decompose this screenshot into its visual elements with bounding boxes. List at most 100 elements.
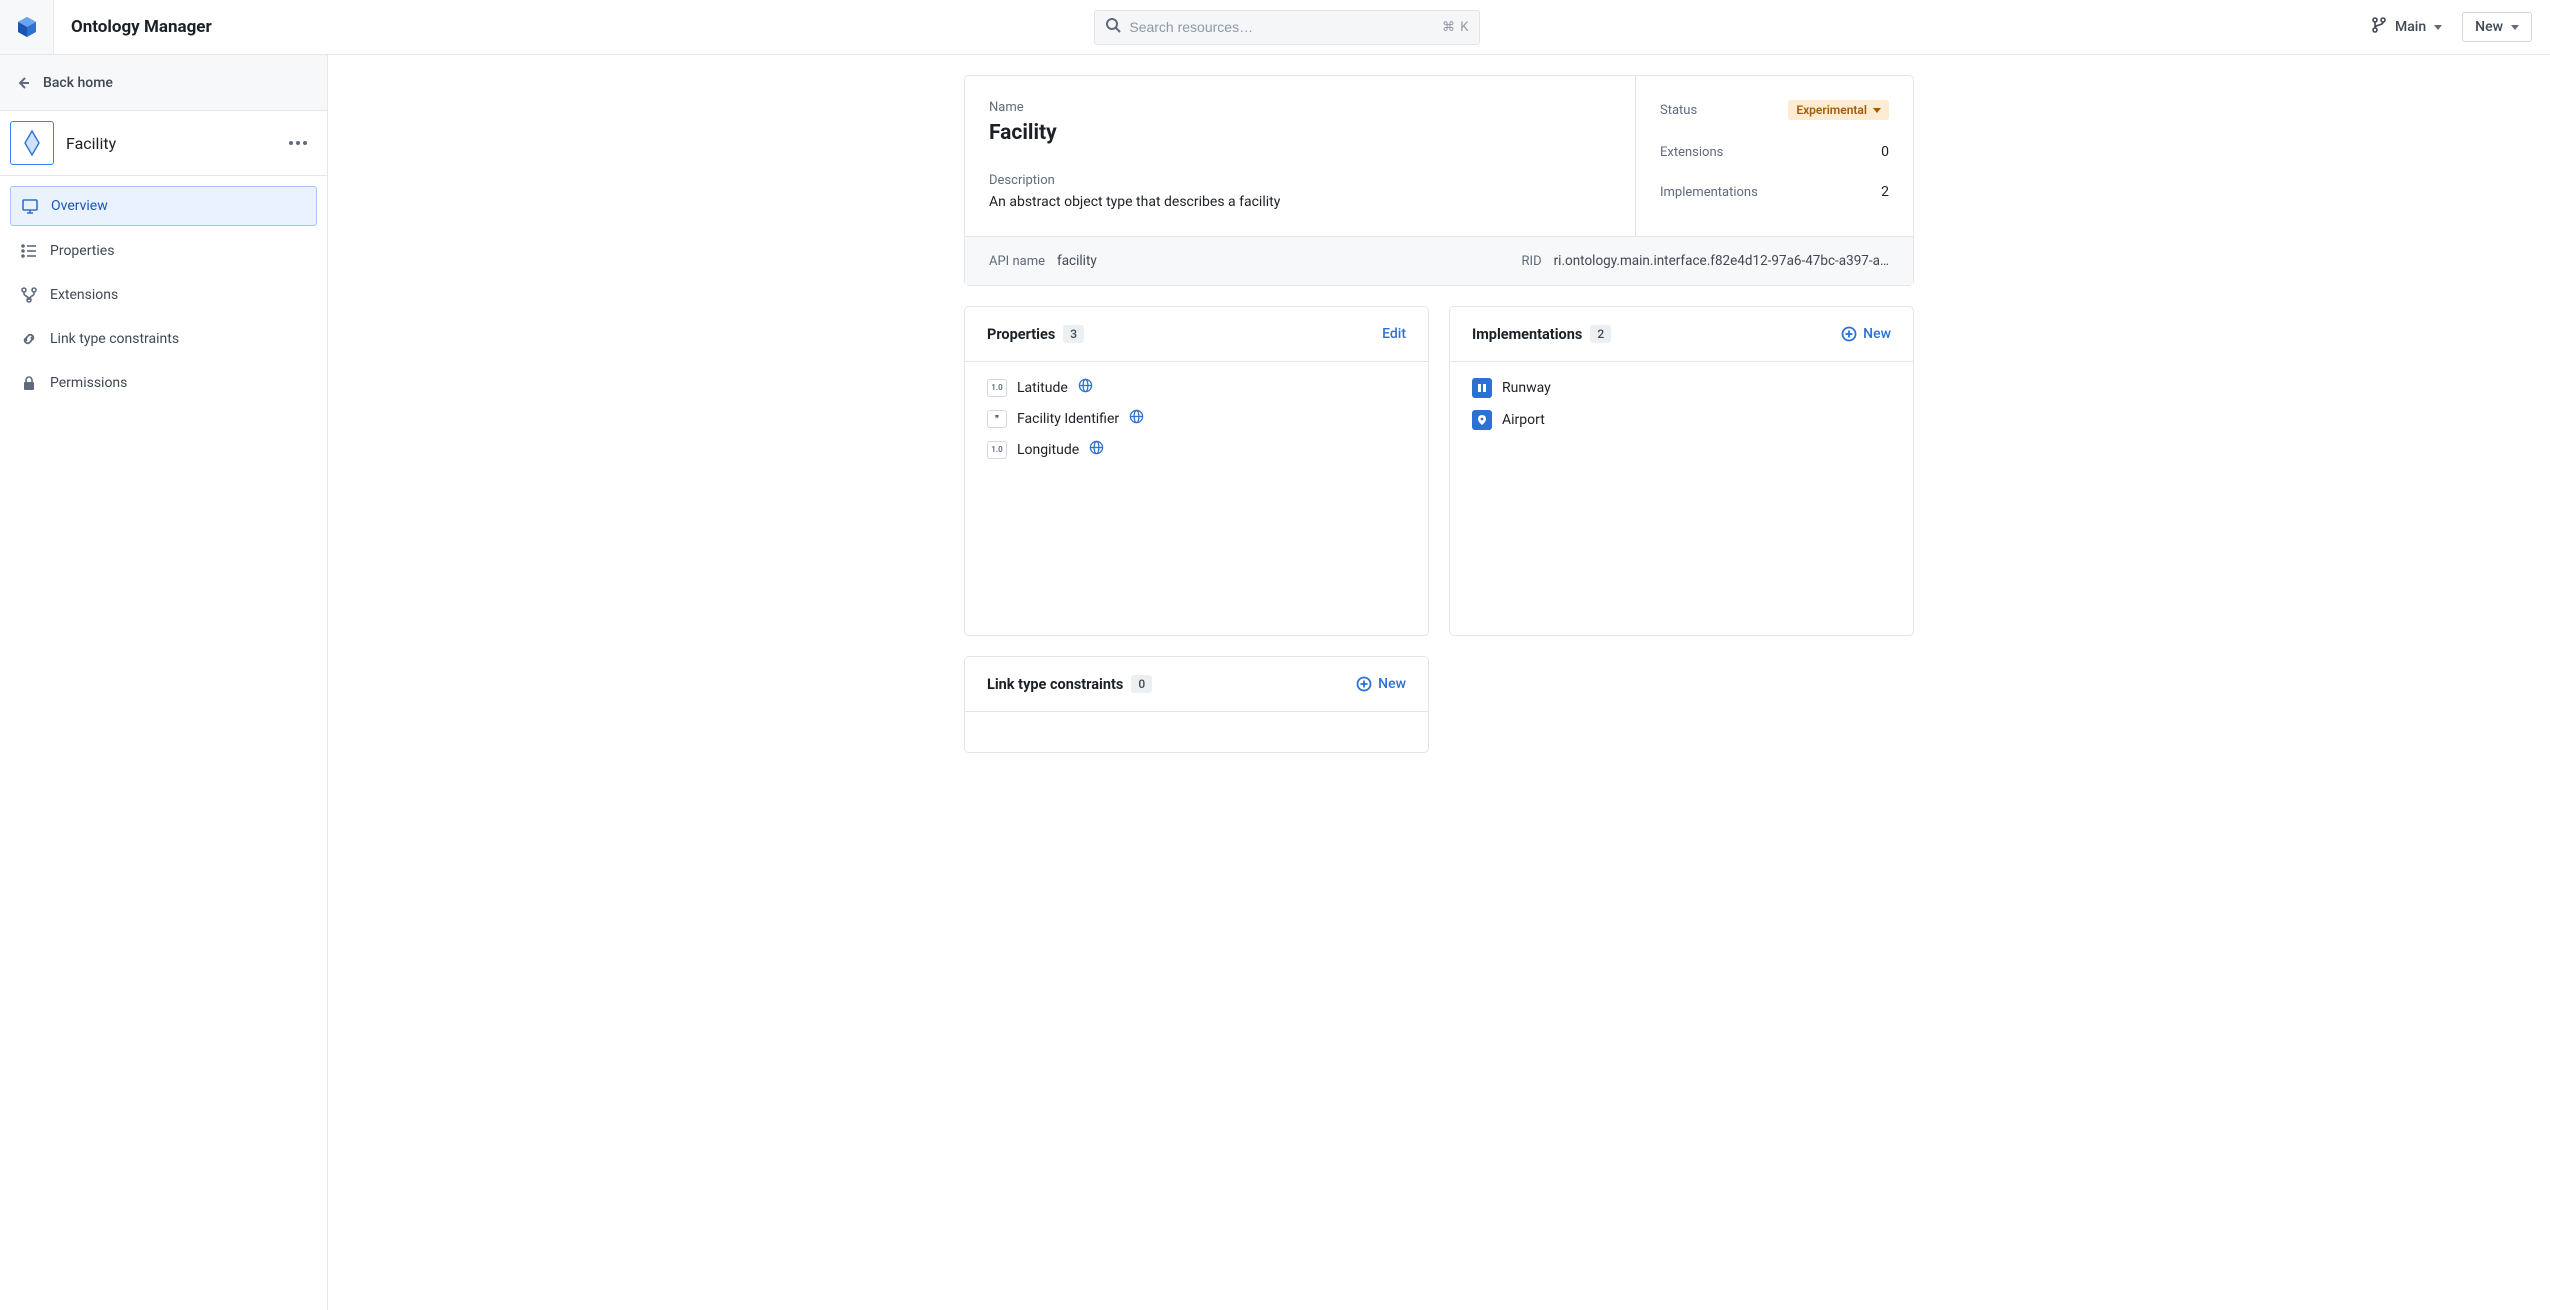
property-row[interactable]: 1.0 Latitude	[987, 378, 1406, 397]
flow-branch-icon	[20, 286, 38, 304]
cube-icon	[15, 15, 39, 39]
properties-title: Properties	[987, 326, 1055, 343]
property-row[interactable]: 1.0 Longitude	[987, 440, 1406, 459]
ltc-count: 0	[1131, 675, 1152, 693]
new-button[interactable]: New	[2462, 12, 2532, 42]
property-name: Latitude	[1017, 380, 1068, 396]
status-value: Experimental	[1796, 103, 1867, 117]
implementation-name: Airport	[1502, 412, 1545, 428]
ltc-title: Link type constraints	[987, 676, 1123, 693]
nav-permissions[interactable]: Permissions	[10, 364, 317, 402]
properties-card: Properties 3 Edit 1.0 Latitude	[964, 306, 1429, 636]
rid-label: RID	[1522, 254, 1542, 269]
status-badge[interactable]: Experimental	[1788, 100, 1889, 120]
property-row[interactable]: ❞ Facility Identifier	[987, 409, 1406, 428]
search-shortcut: ⌘ K	[1442, 20, 1469, 35]
implementation-name: Runway	[1502, 380, 1551, 396]
app-logo[interactable]	[0, 0, 54, 54]
new-button-label: New	[2475, 19, 2503, 35]
implementations-count: 2	[1881, 184, 1889, 200]
app-title: Ontology Manager	[54, 17, 212, 37]
extensions-count: 0	[1881, 144, 1889, 160]
globe-icon	[1089, 440, 1104, 459]
chevron-down-icon	[2511, 25, 2519, 30]
search-input[interactable]	[1129, 19, 1434, 35]
property-name: Longitude	[1017, 442, 1079, 458]
link-icon	[20, 330, 38, 348]
chevron-down-icon	[2434, 25, 2442, 30]
status-row: Status Experimental	[1660, 100, 1889, 120]
description-label: Description	[989, 173, 1611, 188]
api-name-label: API name	[989, 254, 1045, 269]
git-branch-icon	[2371, 17, 2387, 37]
name-block: Name Facility	[989, 100, 1611, 145]
api-name-pair: API name facility	[989, 253, 1097, 269]
search-input-wrap[interactable]: ⌘ K	[1094, 10, 1480, 45]
monitor-icon	[21, 197, 39, 215]
api-name-value: facility	[1057, 253, 1097, 269]
implementations-count-badge: 2	[1590, 325, 1611, 343]
sidebar: Back home Facility Overview	[0, 55, 328, 1310]
object-icon	[1472, 378, 1492, 398]
branch-selector[interactable]: Main	[2363, 11, 2450, 43]
ltc-new-link[interactable]: New	[1356, 676, 1406, 692]
nav-label: Overview	[51, 198, 108, 214]
implementations-label: Implementations	[1660, 185, 1758, 200]
globe-icon	[1129, 409, 1144, 428]
list-icon	[20, 242, 38, 260]
implementations-card: Implementations 2 New Ru	[1449, 306, 1914, 636]
nav-properties[interactable]: Properties	[10, 232, 317, 270]
sidebar-nav: Overview Properties Extensions	[0, 176, 327, 412]
implementations-new-link[interactable]: New	[1841, 326, 1891, 342]
implementation-row[interactable]: Airport	[1472, 410, 1891, 430]
property-name: Facility Identifier	[1017, 411, 1119, 427]
implementation-row[interactable]: Runway	[1472, 378, 1891, 398]
implementations-new-label: New	[1863, 326, 1891, 342]
arrow-left-icon	[15, 75, 31, 91]
extensions-label: Extensions	[1660, 145, 1723, 160]
description-block: Description An abstract object type that…	[989, 173, 1611, 210]
ltc-new-label: New	[1378, 676, 1406, 692]
object-icon	[1472, 410, 1492, 430]
nav-label: Extensions	[50, 287, 118, 303]
chevron-down-icon	[1873, 108, 1881, 113]
entity-title: Facility	[64, 134, 275, 153]
implementations-title: Implementations	[1472, 326, 1582, 343]
entity-name: Facility	[989, 121, 1611, 145]
rid-value: ri.ontology.main.interface.f82e4d12-97a6…	[1554, 253, 1889, 269]
extensions-row: Extensions 0	[1660, 144, 1889, 160]
plus-circle-icon	[1841, 326, 1857, 342]
nav-label: Link type constraints	[50, 331, 179, 347]
nav-label: Properties	[50, 243, 114, 259]
type-badge-double: 1.0	[987, 379, 1007, 397]
main-content: Name Facility Description An abstract ob…	[328, 55, 2550, 1310]
link-type-constraints-card: Link type constraints 0 New	[964, 656, 1429, 753]
nav-label: Permissions	[50, 375, 127, 391]
entity-icon	[10, 121, 54, 165]
type-badge-double: 1.0	[987, 441, 1007, 459]
properties-count: 3	[1063, 325, 1084, 343]
more-horizontal-icon	[289, 141, 307, 145]
properties-edit-link[interactable]: Edit	[1382, 326, 1406, 342]
lock-icon	[20, 374, 38, 392]
name-label: Name	[989, 100, 1611, 115]
type-badge-string: ❞	[987, 410, 1007, 428]
detail-card: Name Facility Description An abstract ob…	[964, 75, 1914, 286]
plus-circle-icon	[1356, 676, 1372, 692]
back-home-label: Back home	[43, 75, 113, 91]
nav-link-type-constraints[interactable]: Link type constraints	[10, 320, 317, 358]
rid-pair: RID ri.ontology.main.interface.f82e4d12-…	[1522, 253, 1889, 269]
description-text: An abstract object type that describes a…	[989, 194, 1611, 210]
topbar: Ontology Manager ⌘ K Main New	[0, 0, 2550, 55]
branch-name: Main	[2395, 19, 2426, 35]
globe-icon	[1078, 378, 1093, 397]
entity-more-button[interactable]	[285, 130, 311, 156]
sidebar-entity-header: Facility	[0, 111, 327, 176]
nav-overview[interactable]: Overview	[10, 186, 317, 226]
back-home-link[interactable]: Back home	[0, 55, 327, 111]
status-label: Status	[1660, 103, 1697, 118]
implementations-row: Implementations 2	[1660, 184, 1889, 200]
interface-icon	[23, 129, 41, 157]
search-icon	[1105, 17, 1121, 37]
nav-extensions[interactable]: Extensions	[10, 276, 317, 314]
